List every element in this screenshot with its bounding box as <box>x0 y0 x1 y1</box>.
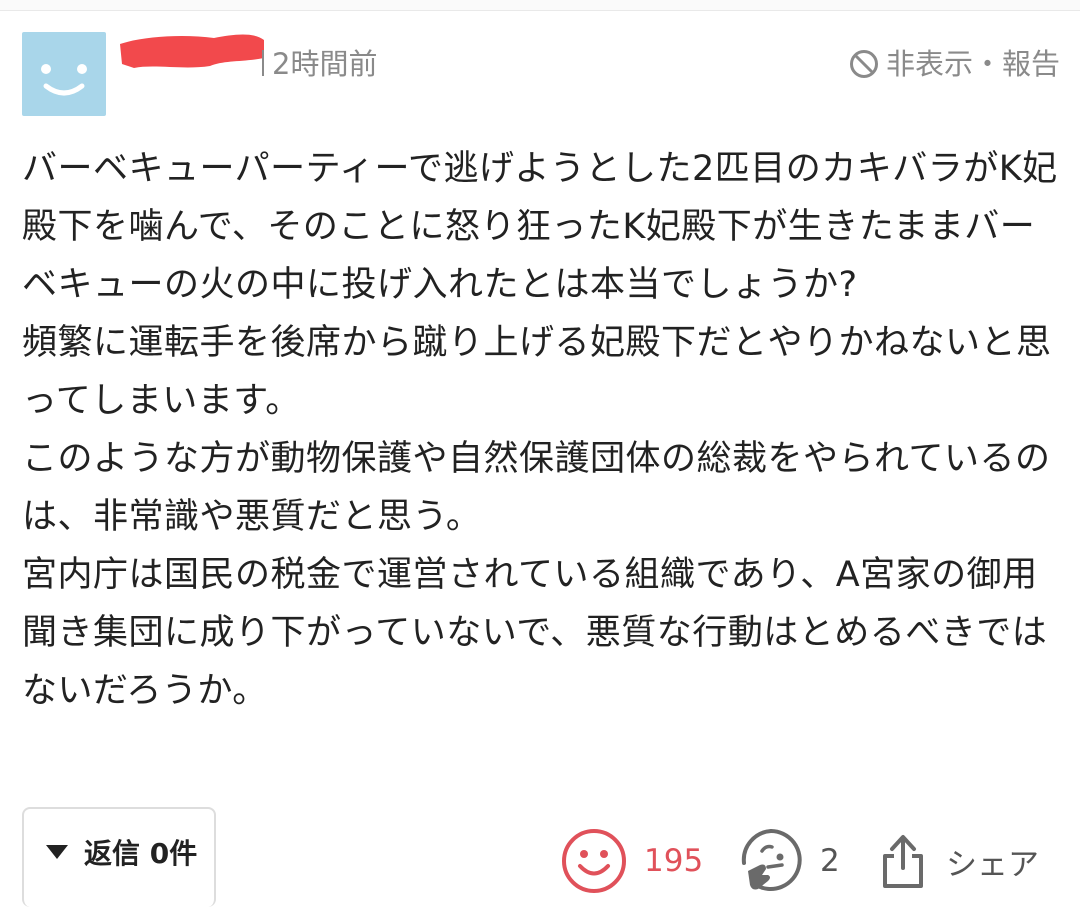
smile-face-icon <box>562 829 626 893</box>
comment-paragraph: 宮内庁は国民の税金で運営されている組織であり、A宮家の御用聞き集団に成り下がって… <box>22 555 1048 711</box>
triangle-down-icon <box>46 845 68 859</box>
comment-paragraph: このような方が動物保護や自然保護団体の総裁をやられているのは、非常識や悪質だと思… <box>22 439 1051 537</box>
thinking-face-icon <box>741 829 802 891</box>
like-count: 195 <box>644 843 704 879</box>
like-button[interactable]: 195 <box>560 822 703 900</box>
hide-report-button[interactable]: 非表示・報告 <box>848 44 1060 84</box>
smiley-avatar-icon <box>41 64 87 96</box>
share-button[interactable]: シェア <box>880 822 1039 900</box>
top-divider <box>0 0 1080 11</box>
reply-label: 返信 0件 <box>84 837 198 870</box>
hide-report-label: 非表示・報告 <box>885 47 1060 81</box>
share-label: シェア <box>946 846 1039 883</box>
think-count: 2 <box>820 843 840 879</box>
think-button[interactable]: 2 <box>738 822 840 900</box>
meta-separator <box>262 50 264 76</box>
redacted-username <box>120 34 264 68</box>
reply-toggle-button[interactable]: 返信 0件 <box>22 807 216 907</box>
comment-paragraph: バーベキューパーティーで逃げようとした2匹目のカキバラがK妃殿下を噛んで、そのこ… <box>22 149 1058 305</box>
no-entry-icon <box>849 50 878 78</box>
comment-meta: 2時間前 <box>262 44 377 84</box>
time-ago: 2時間前 <box>272 47 378 81</box>
comment-paragraph: 頻繁に運転手を後席から蹴り上げる妃殿下だとやりかねないと思ってしまいます。 <box>22 323 1052 421</box>
comment-body: バーベキューパーティーで逃げようとした2匹目のカキバラがK妃殿下を噛んで、そのこ… <box>22 140 1062 720</box>
user-avatar[interactable] <box>22 32 106 116</box>
share-upload-icon <box>883 835 923 888</box>
